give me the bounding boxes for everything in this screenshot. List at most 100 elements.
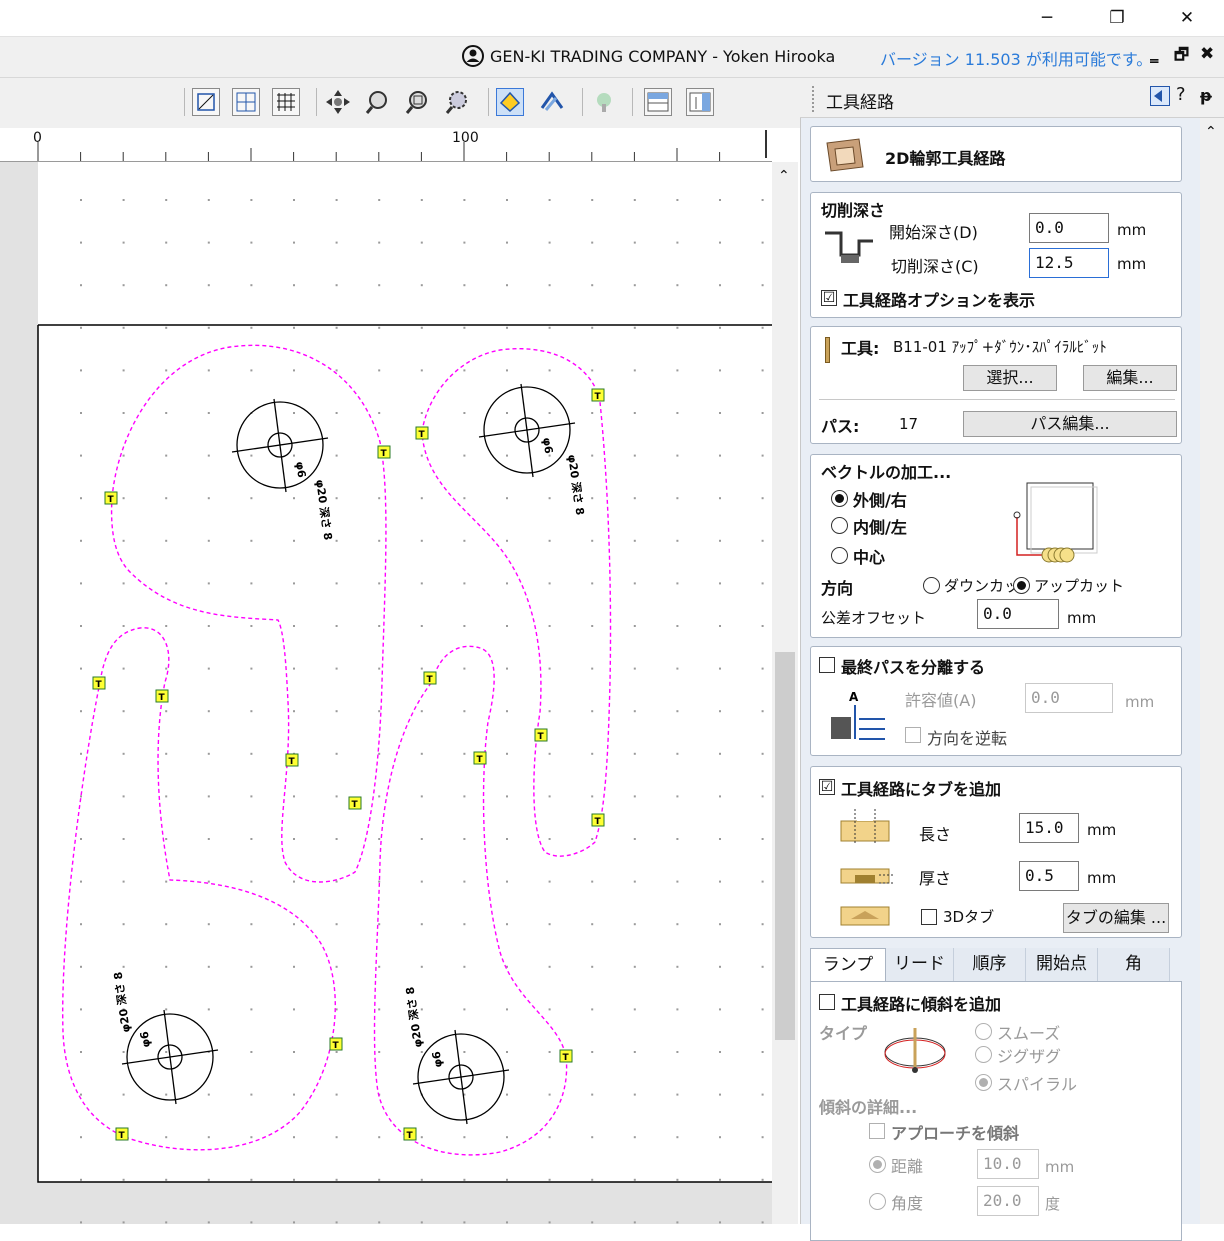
- mdi-restore-button[interactable]: 🗗: [1174, 44, 1189, 71]
- tab-ramp[interactable]: ランプ: [810, 948, 886, 982]
- tab-marker[interactable]: T: [559, 1049, 573, 1063]
- tab-marker[interactable]: T: [473, 751, 487, 765]
- tab-marker[interactable]: T: [403, 1127, 417, 1141]
- center-radio[interactable]: [831, 547, 848, 564]
- close-button[interactable]: ✕: [1164, 0, 1210, 36]
- ramp-zigzag-radio[interactable]: [975, 1046, 992, 1063]
- tab-length-input[interactable]: 15.0: [1019, 813, 1079, 843]
- panel-scrollbar[interactable]: [1200, 118, 1224, 1224]
- panel-scroll-up-icon[interactable]: ⌃: [1205, 124, 1217, 140]
- ramp-smooth-radio[interactable]: [975, 1023, 992, 1040]
- tab-marker[interactable]: T: [115, 1127, 129, 1141]
- tool-select-button[interactable]: 選択...: [963, 365, 1057, 391]
- divider: [819, 399, 1175, 400]
- allowance-unit: mm: [1125, 693, 1155, 711]
- tab-thickness-unit: mm: [1087, 869, 1117, 887]
- tab-corner[interactable]: 角: [1098, 948, 1170, 982]
- cut-depth-input[interactable]: 12.5: [1029, 248, 1109, 278]
- mdi-minimize-button[interactable]: ‗: [1150, 44, 1159, 64]
- toolbar-separator: [488, 88, 489, 116]
- ramp-spiral-radio[interactable]: [975, 1074, 992, 1091]
- tab-marker[interactable]: T: [285, 753, 299, 767]
- outside-radio[interactable]: [831, 490, 848, 507]
- tab-marker[interactable]: T: [534, 728, 548, 742]
- tab-marker[interactable]: T: [591, 388, 605, 402]
- mdi-close-button[interactable]: ✖: [1200, 44, 1214, 64]
- svg-text:T: T: [289, 757, 296, 767]
- tab-thickness-input[interactable]: 0.5: [1019, 861, 1079, 891]
- up-cut-radio[interactable]: [1013, 577, 1030, 594]
- svg-text:T: T: [477, 755, 484, 765]
- ramp-distance-input[interactable]: 10.0: [977, 1149, 1039, 1179]
- toolpath-preview-icon[interactable]: [496, 88, 524, 116]
- help-icon[interactable]: ?: [1176, 84, 1186, 105]
- toolbar-separator: [316, 88, 317, 116]
- toolbar-separator: [582, 88, 583, 116]
- show-options-checkbox[interactable]: ☑: [821, 290, 837, 306]
- add-tabs-checkbox[interactable]: ☑: [819, 779, 835, 795]
- passes-value: 17: [899, 415, 919, 433]
- zoom-in-icon[interactable]: [364, 88, 392, 116]
- simulate-icon[interactable]: [590, 88, 618, 116]
- view-layout-icon[interactable]: [232, 88, 260, 116]
- ramp-angle-input[interactable]: 20.0: [977, 1186, 1039, 1216]
- ramp-angle-radio[interactable]: [869, 1193, 886, 1210]
- canvas-scrollbar-thumb[interactable]: [775, 652, 795, 1040]
- zoom-selection-icon[interactable]: [444, 88, 472, 116]
- edit-tabs-button[interactable]: タブの編集 ...: [1063, 903, 1169, 933]
- drawing-canvas[interactable]: φ6 φ20 深さ 8 φ6 φ20 深さ 8 φ6 φ20 深さ 8 φ6 φ…: [0, 162, 772, 1224]
- tab-marker[interactable]: T: [423, 671, 437, 685]
- tab-order[interactable]: 順序: [954, 948, 1026, 982]
- add-tabs-label: 工具経路にタブを追加: [841, 780, 1002, 799]
- zoom-to-fit-icon[interactable]: [192, 88, 220, 116]
- layout-split-vertical-icon[interactable]: [686, 88, 714, 116]
- toolpath-direction-icon[interactable]: [538, 88, 566, 116]
- grid-icon[interactable]: [272, 88, 300, 116]
- tab-lead[interactable]: リード: [886, 948, 954, 982]
- tool-name: B11-01 ｱｯﾌﾟ+ﾀﾞｳﾝ･ｽﾊﾟｲﾗﾙﾋﾞｯﾄ: [893, 338, 1107, 356]
- scroll-up-icon[interactable]: ⌃: [778, 168, 790, 184]
- tab-marker[interactable]: T: [377, 445, 391, 459]
- panel-grip[interactable]: [812, 86, 818, 112]
- tab-marker[interactable]: T: [155, 689, 169, 703]
- tabs-section: ☑ 工具経路にタブを追加 長さ 15.0 mm 厚さ 0.5 mm 3Dタブ タ…: [810, 766, 1182, 938]
- allowance-input[interactable]: 0.0: [1025, 683, 1113, 713]
- vector-offset-preview-icon: [1013, 482, 1098, 563]
- layout-split-horizontal-icon[interactable]: [644, 88, 672, 116]
- tab-start-point[interactable]: 開始点: [1026, 948, 1098, 982]
- restore-button[interactable]: ❐: [1094, 0, 1140, 36]
- tab-marker[interactable]: T: [415, 426, 429, 440]
- outside-label: 外側/右: [853, 491, 907, 510]
- add-ramp-checkbox[interactable]: [819, 994, 835, 1010]
- down-cut-radio[interactable]: [923, 577, 940, 594]
- approach-ramp-checkbox[interactable]: [869, 1123, 885, 1139]
- tab-marker[interactable]: T: [104, 491, 118, 505]
- pass-edit-button[interactable]: パス編集...: [963, 411, 1177, 437]
- tab-marker[interactable]: T: [329, 1037, 343, 1051]
- 3d-tab-checkbox[interactable]: [921, 909, 937, 925]
- svg-text:T: T: [538, 732, 545, 742]
- pan-icon[interactable]: [324, 88, 352, 116]
- inside-radio[interactable]: [831, 517, 848, 534]
- toolbar-separator: [632, 88, 633, 116]
- svg-text:T: T: [96, 680, 103, 690]
- panel-close-icon[interactable]: [1150, 86, 1170, 106]
- zoom-box-icon[interactable]: [404, 88, 432, 116]
- tab-marker[interactable]: T: [92, 676, 106, 690]
- version-notice-link[interactable]: バージョン 11.503 が利用可能です。: [880, 46, 1152, 70]
- tab-marker[interactable]: T: [348, 796, 362, 810]
- cut-depth-unit: mm: [1117, 255, 1147, 273]
- tab-marker[interactable]: T: [591, 813, 605, 827]
- minimize-button[interactable]: ─: [1024, 0, 1070, 36]
- passes-label: パス:: [821, 417, 860, 436]
- drawing-svg[interactable]: φ6 φ20 深さ 8 φ6 φ20 深さ 8 φ6 φ20 深さ 8 φ6 φ…: [0, 162, 772, 1224]
- start-depth-input[interactable]: 0.0: [1029, 213, 1109, 243]
- pin-icon[interactable]: ᵽ: [1200, 86, 1212, 105]
- tolerance-offset-input[interactable]: 0.0: [977, 599, 1059, 629]
- account-info[interactable]: GEN-KI TRADING COMPANY - Yoken Hirooka: [462, 45, 835, 67]
- separate-final-pass-checkbox[interactable]: [819, 657, 835, 673]
- reverse-direction-checkbox[interactable]: [905, 727, 921, 743]
- tab-length-label: 長さ: [919, 825, 952, 844]
- tool-edit-button[interactable]: 編集...: [1083, 365, 1177, 391]
- ramp-distance-radio[interactable]: [869, 1156, 886, 1173]
